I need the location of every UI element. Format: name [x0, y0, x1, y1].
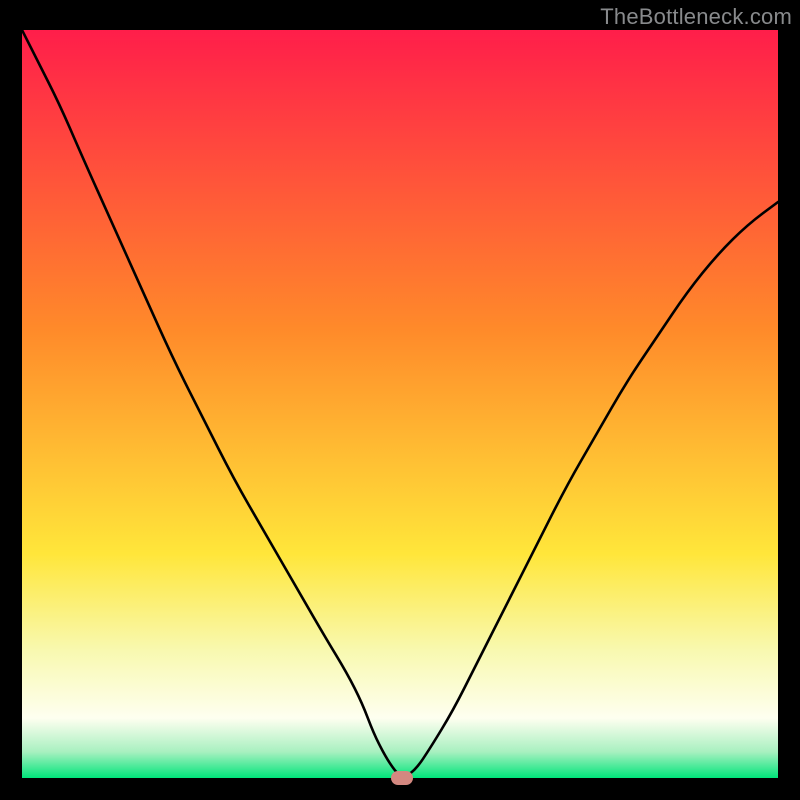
watermark-text: TheBottleneck.com: [600, 4, 792, 30]
bottleneck-chart: [22, 30, 778, 778]
optimal-point-marker: [391, 771, 413, 785]
chart-frame: TheBottleneck.com: [0, 0, 800, 800]
gradient-background: [22, 30, 778, 778]
plot-area: [22, 30, 778, 778]
